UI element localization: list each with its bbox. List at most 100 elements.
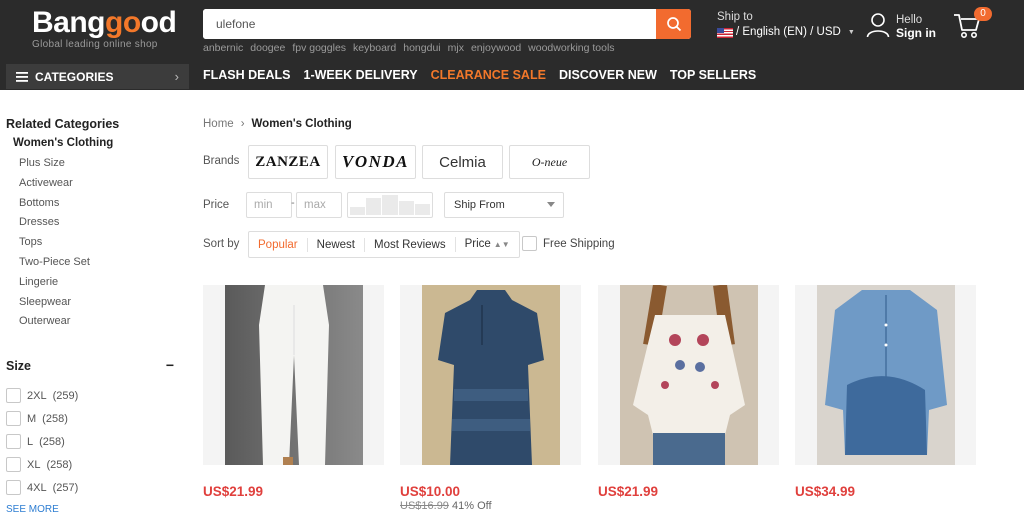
categories-button[interactable]: CATEGORIES › bbox=[6, 64, 189, 89]
brand-logo-zanzea: ZANZEA bbox=[255, 153, 321, 170]
checkbox[interactable] bbox=[6, 480, 21, 495]
user-icon bbox=[866, 13, 890, 38]
subcategory-lingerie[interactable]: Lingerie bbox=[19, 276, 90, 296]
checkbox[interactable] bbox=[6, 411, 21, 426]
size-label: 2XL bbox=[27, 389, 47, 402]
brand-vonda[interactable]: VONDA bbox=[335, 145, 416, 179]
hot-search-words: anbernic doogee fpv goggles keyboard hon… bbox=[203, 42, 615, 54]
checkbox[interactable] bbox=[6, 457, 21, 472]
search-input[interactable] bbox=[203, 9, 656, 39]
nav-discover-new[interactable]: DISCOVER NEW bbox=[559, 68, 657, 82]
brands-label: Brands bbox=[203, 155, 240, 167]
product-price: US$21.99 bbox=[598, 484, 659, 499]
price-label: Price bbox=[203, 199, 230, 211]
size-label: M bbox=[27, 412, 37, 425]
ship-from-dropdown[interactable]: Ship From bbox=[444, 192, 564, 218]
hot-word[interactable]: doogee bbox=[250, 42, 285, 54]
ship-to-selector[interactable]: Ship to / English (EN) / USD ▼ bbox=[717, 10, 855, 40]
sort-by-label: Sort by bbox=[203, 238, 240, 250]
histogram-bar bbox=[414, 204, 431, 215]
size-option[interactable]: XL (258) bbox=[6, 453, 78, 476]
account-link[interactable]: Hello Sign in bbox=[866, 12, 936, 40]
size-option[interactable]: 2XL (259) bbox=[6, 384, 78, 407]
hot-word[interactable]: enjoywood bbox=[471, 42, 521, 54]
chevron-right-icon: › bbox=[174, 69, 179, 84]
hot-word[interactable]: anbernic bbox=[203, 42, 243, 54]
price-histogram[interactable] bbox=[347, 192, 433, 218]
free-shipping-filter[interactable]: Free Shipping bbox=[522, 236, 615, 251]
histogram-bar bbox=[350, 207, 366, 215]
breadcrumb: Home › Women's Clothing bbox=[203, 118, 352, 130]
subcategory-list: Plus Size Activewear Bottoms Dresses Top… bbox=[19, 157, 90, 335]
product-price: US$34.99 bbox=[795, 484, 856, 499]
size-title-text: Size bbox=[6, 359, 32, 373]
caret-down-icon: ▼ bbox=[847, 29, 855, 36]
subcategory-plus-size[interactable]: Plus Size bbox=[19, 157, 90, 177]
size-label: 4XL bbox=[27, 481, 47, 494]
sign-in-link[interactable]: Sign in bbox=[896, 27, 936, 40]
hot-word[interactable]: fpv goggles bbox=[292, 42, 346, 54]
related-categories-title: Related Categories bbox=[6, 117, 120, 131]
product-image[interactable] bbox=[795, 285, 976, 465]
subcategory-activewear[interactable]: Activewear bbox=[19, 177, 90, 197]
checkbox[interactable] bbox=[522, 236, 537, 251]
product-price: US$21.99 bbox=[203, 484, 264, 499]
subcategory-sleepwear[interactable]: Sleepwear bbox=[19, 296, 90, 316]
size-count: (258) bbox=[46, 458, 73, 471]
size-count: (257) bbox=[52, 481, 79, 494]
size-count: (259) bbox=[52, 389, 79, 402]
search-icon bbox=[666, 17, 681, 32]
size-option[interactable]: 4XL (257) bbox=[6, 476, 78, 499]
cart-count-badge: 0 bbox=[974, 7, 992, 21]
caret-down-icon bbox=[547, 202, 555, 207]
see-more-link[interactable]: SEE MORE bbox=[6, 504, 59, 515]
size-count: (258) bbox=[39, 435, 65, 448]
breadcrumb-home[interactable]: Home bbox=[203, 118, 234, 130]
checkbox[interactable] bbox=[6, 434, 21, 449]
sort-arrows-icon: ▲▼ bbox=[493, 240, 510, 249]
nav-1-week-delivery[interactable]: 1-WEEK DELIVERY bbox=[304, 68, 418, 82]
collapse-icon[interactable]: − bbox=[166, 357, 174, 373]
ship-from-label: Ship From bbox=[454, 199, 505, 211]
hot-word[interactable]: woodworking tools bbox=[528, 42, 614, 54]
size-option[interactable]: L (258) bbox=[6, 430, 78, 453]
price-min-input[interactable]: min bbox=[246, 192, 292, 218]
brand-logo-o-neue: O-neue bbox=[531, 154, 568, 169]
brand-zanzea[interactable]: ZANZEA bbox=[248, 145, 328, 179]
us-flag-icon bbox=[717, 27, 733, 38]
current-category[interactable]: Women's Clothing bbox=[13, 137, 113, 149]
breadcrumb-current: Women's Clothing bbox=[251, 118, 352, 130]
subcategory-dresses[interactable]: Dresses bbox=[19, 216, 90, 236]
product-image[interactable] bbox=[400, 285, 581, 465]
brand-celmia[interactable]: Celmia bbox=[422, 145, 503, 179]
histogram-bar bbox=[366, 198, 382, 215]
product-image[interactable] bbox=[203, 285, 384, 465]
subcategory-bottoms[interactable]: Bottoms bbox=[19, 197, 90, 217]
ship-to-label: Ship to bbox=[717, 11, 753, 23]
sort-newest[interactable]: Newest bbox=[306, 237, 364, 252]
subcategory-outerwear[interactable]: Outerwear bbox=[19, 315, 90, 335]
sort-most-reviews[interactable]: Most Reviews bbox=[364, 237, 455, 252]
search-button[interactable] bbox=[656, 9, 691, 39]
nav-clearance-sale[interactable]: CLEARANCE SALE bbox=[431, 68, 546, 82]
nav-top-sellers[interactable]: TOP SELLERS bbox=[670, 68, 756, 82]
size-option[interactable]: M (258) bbox=[6, 407, 78, 430]
sort-popular[interactable]: Popular bbox=[249, 238, 307, 252]
hot-word[interactable]: keyboard bbox=[353, 42, 396, 54]
price-max-input[interactable]: max bbox=[296, 192, 342, 218]
sort-price[interactable]: Price ▲▼ bbox=[454, 237, 519, 252]
checkbox[interactable] bbox=[6, 388, 21, 403]
size-filter-title: Size − bbox=[6, 357, 174, 373]
product-image[interactable] bbox=[598, 285, 779, 465]
logo-tagline: Global leading online shop bbox=[32, 39, 158, 50]
subcategory-tops[interactable]: Tops bbox=[19, 236, 90, 256]
banggood-logo[interactable]: Banggood Global leading online shop bbox=[32, 6, 177, 50]
hot-word[interactable]: mjx bbox=[448, 42, 464, 54]
hot-word[interactable]: hongdui bbox=[403, 42, 440, 54]
size-count: (258) bbox=[42, 412, 68, 425]
subcategory-two-piece-set[interactable]: Two-Piece Set bbox=[19, 256, 90, 276]
main-nav: CATEGORIES › FLASH DEALS 1-WEEK DELIVERY… bbox=[0, 62, 1024, 90]
nav-flash-deals[interactable]: FLASH DEALS bbox=[203, 68, 291, 82]
brand-o-neue[interactable]: O-neue bbox=[509, 145, 590, 179]
histogram-bar bbox=[382, 195, 398, 215]
